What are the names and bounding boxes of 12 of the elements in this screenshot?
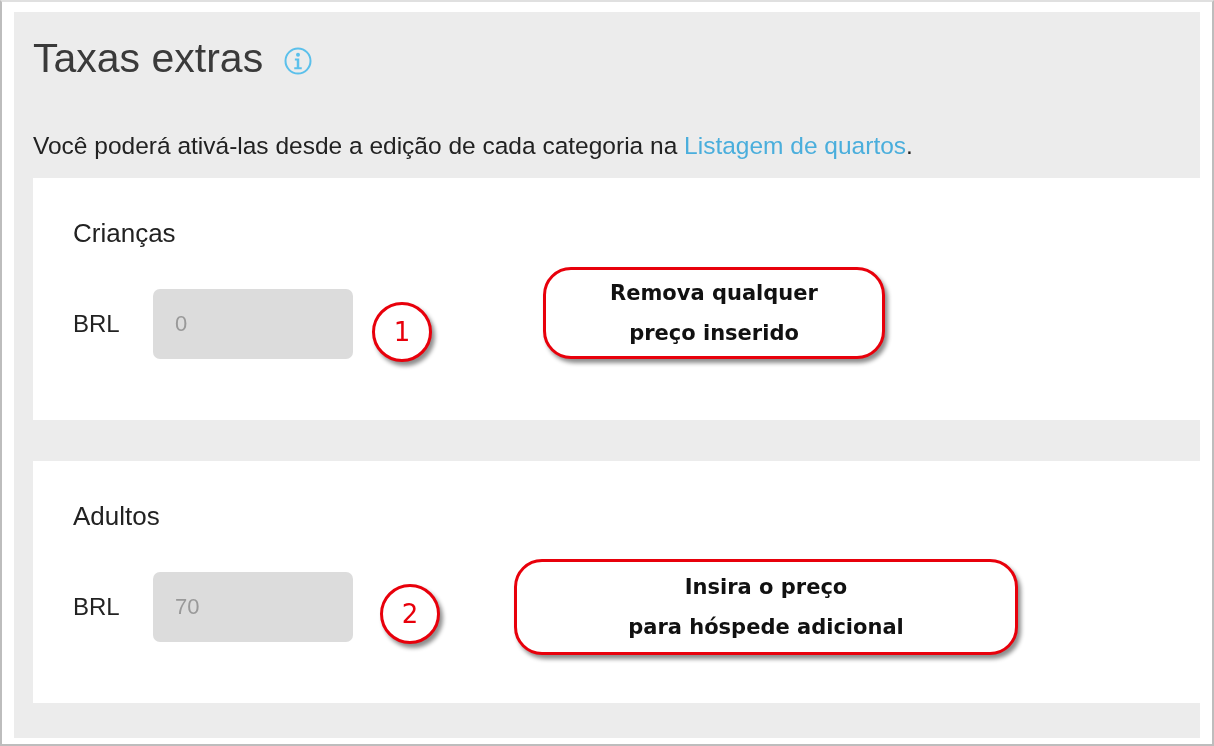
section-title: Taxas extras (33, 34, 264, 82)
room-list-link[interactable]: Listagem de quartos (684, 132, 907, 159)
description-text: Você poderá ativá-las desde a edição de cada categoria na Listagem de quartos. (33, 132, 914, 160)
step-number: 2 (380, 584, 440, 644)
callout-note: Insira o preço para hóspede adicional (514, 559, 1018, 655)
callout-note: Remova qualquer preço inserido (543, 267, 885, 359)
currency-label: BRL (73, 593, 121, 621)
fee-label: Crianças (73, 218, 177, 249)
info-icon[interactable] (283, 46, 314, 76)
step-number: 1 (372, 302, 432, 362)
fee-label: Adultos (73, 501, 161, 532)
currency-label: BRL (73, 310, 121, 338)
